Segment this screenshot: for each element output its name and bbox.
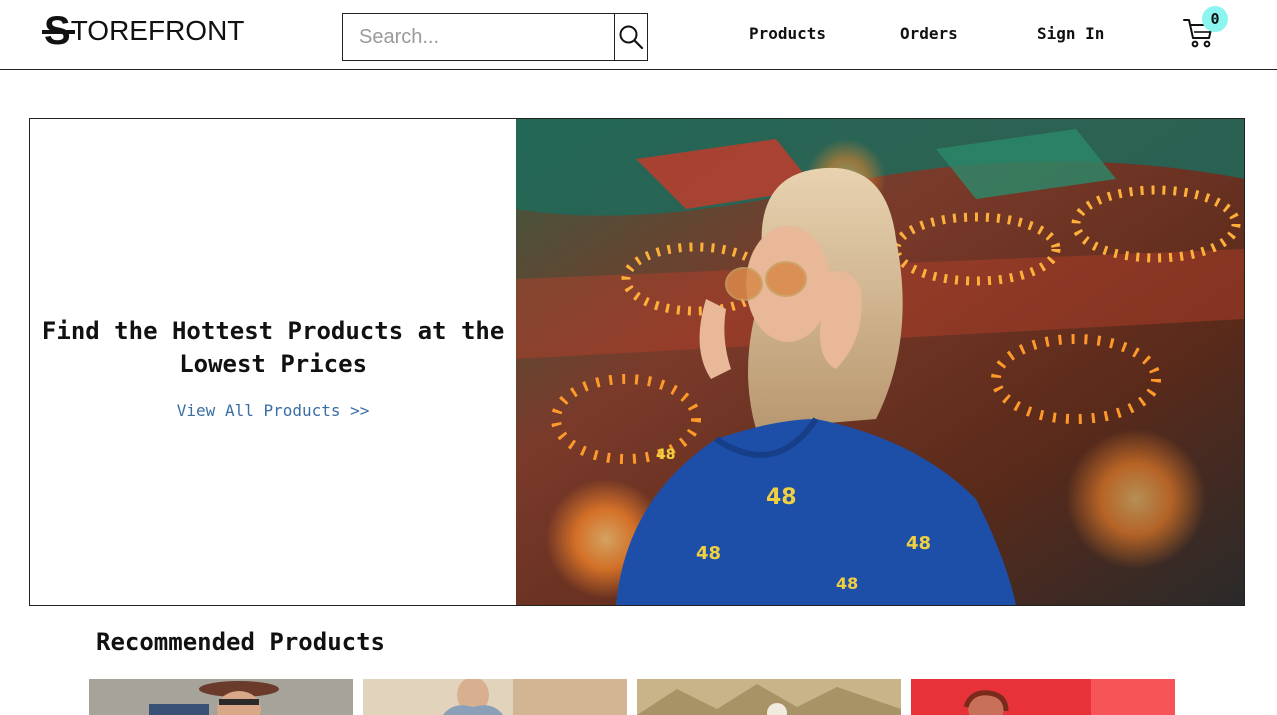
logo-mark: S (42, 9, 75, 53)
view-all-products-link[interactable]: View All Products >> (177, 401, 370, 420)
site-header: S TOREFRONT Products Orders Sign In 0 (0, 0, 1277, 70)
nav-sign-in-link[interactable]: Sign In (1037, 24, 1104, 43)
product-photo-3-icon (637, 679, 901, 715)
product-card[interactable] (637, 679, 901, 715)
recommended-products-list (89, 679, 1175, 715)
svg-text:48: 48 (656, 447, 675, 463)
svg-text:48: 48 (696, 543, 721, 564)
svg-text:48: 48 (836, 574, 858, 593)
hero-banner: Find the Hottest Products at the Lowest … (29, 118, 1245, 606)
hero-fashion-photo: 48 48 48 48 48 (516, 119, 1244, 605)
logo-text: TOREFRONT (70, 15, 245, 46)
search-bar (342, 13, 648, 61)
product-photo-4-icon (911, 679, 1175, 715)
nav-products-link[interactable]: Products (749, 24, 826, 43)
product-photo-2-icon (363, 679, 627, 715)
cart-button[interactable]: 0 (1182, 6, 1230, 48)
product-card[interactable] (89, 679, 353, 715)
hero-title: Find the Hottest Products at the Lowest … (41, 316, 505, 378)
svg-text:48: 48 (766, 485, 797, 510)
search-input[interactable] (343, 14, 614, 60)
product-photo-1-icon (89, 679, 353, 715)
recommended-products-title: Recommended Products (96, 628, 385, 656)
product-card[interactable] (911, 679, 1175, 715)
cart-count-badge: 0 (1202, 6, 1228, 32)
storefront-logo[interactable]: S TOREFRONT (42, 9, 245, 53)
hero-text-panel: Find the Hottest Products at the Lowest … (30, 119, 516, 605)
fashion-photo-icon: 48 48 48 48 48 (516, 119, 1244, 605)
search-button[interactable] (614, 14, 647, 60)
search-icon (619, 25, 644, 50)
product-card[interactable] (363, 679, 627, 715)
nav-orders-link[interactable]: Orders (900, 24, 958, 43)
svg-text:48: 48 (906, 533, 931, 554)
